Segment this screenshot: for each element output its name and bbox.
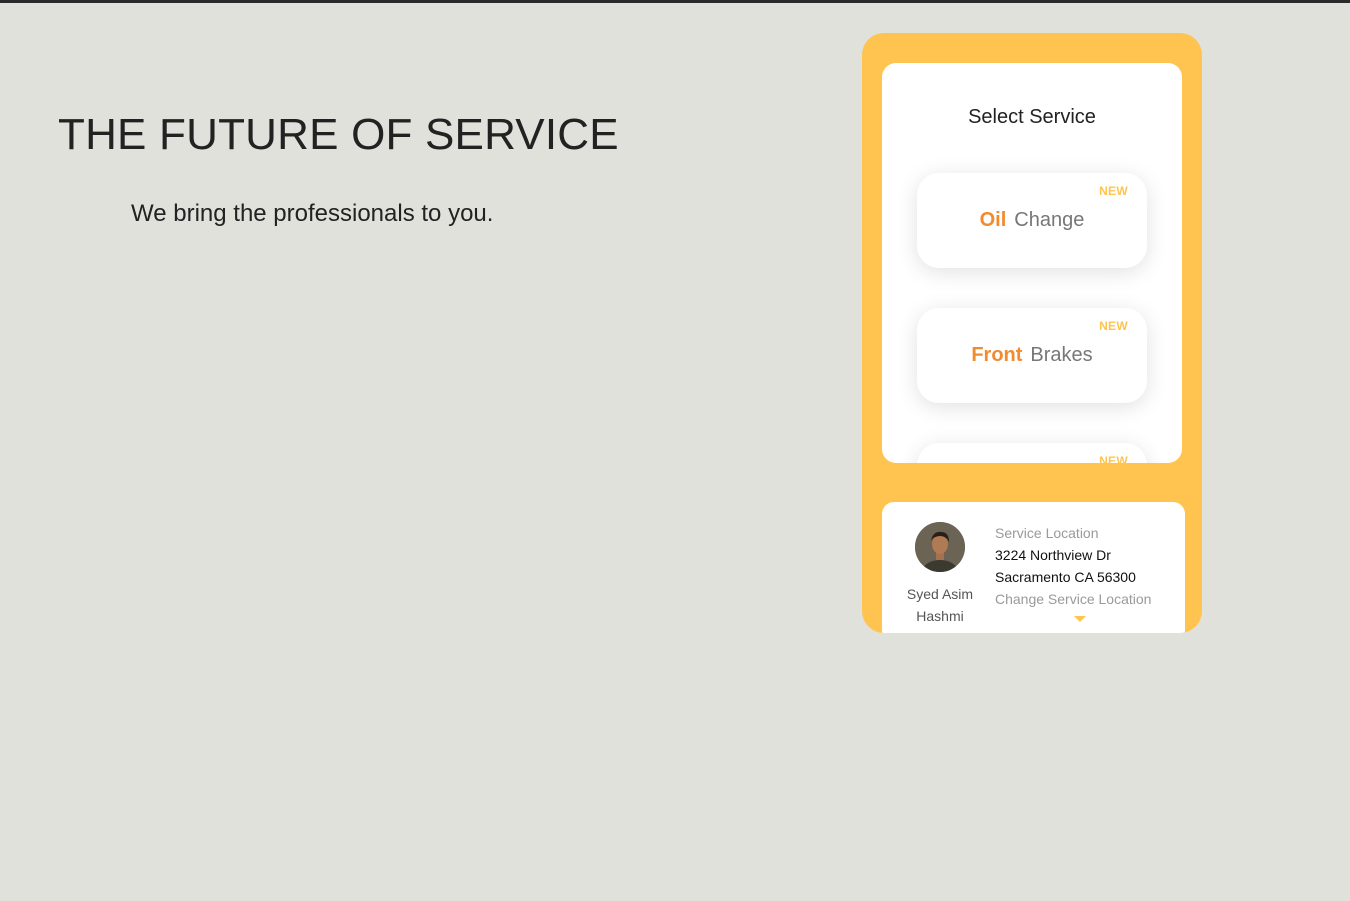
new-badge: NEW: [1099, 454, 1128, 463]
phone-mockup: Select Service NEW Oil Change NEW Front Br…: [862, 33, 1202, 633]
service-label-rest: Change: [1014, 209, 1085, 231]
service-location-label: Service Location: [995, 525, 1099, 541]
hero-subtitle: We bring the professionals to you.: [131, 200, 494, 227]
service-label-rest: Brakes: [1030, 344, 1093, 366]
change-location-link[interactable]: Change Service Location: [995, 591, 1151, 607]
service-label-bold: Front: [971, 344, 1023, 366]
top-border: [0, 0, 1350, 3]
service-location-panel: Syed Asim Hashmi Service Location 3224 N…: [882, 502, 1185, 633]
service-card-partial[interactable]: NEW: [917, 443, 1147, 463]
service-card-front-brakes[interactable]: NEW Front Brakes: [917, 308, 1147, 403]
select-service-panel: Select Service NEW Oil Change NEW Front Br…: [882, 63, 1182, 463]
new-badge: NEW: [1099, 319, 1128, 333]
user-name: Syed Asim Hashmi: [906, 586, 974, 624]
new-badge: NEW: [1099, 184, 1128, 198]
avatar: [915, 522, 965, 572]
service-location-address: 3224 Northview Dr Sacramento CA 56300: [995, 547, 1136, 585]
service-label-bold: Oil: [979, 209, 1007, 231]
avatar-photo-icon: [915, 522, 965, 572]
service-label: Oil Change: [917, 209, 1147, 232]
service-label: Front Brakes: [917, 344, 1147, 367]
hero-title: THE FUTURE OF SERVICE: [58, 110, 619, 159]
chevron-down-icon[interactable]: [1074, 616, 1086, 622]
service-card-oil-change[interactable]: NEW Oil Change: [917, 173, 1147, 268]
select-service-title: Select Service: [968, 106, 1096, 128]
